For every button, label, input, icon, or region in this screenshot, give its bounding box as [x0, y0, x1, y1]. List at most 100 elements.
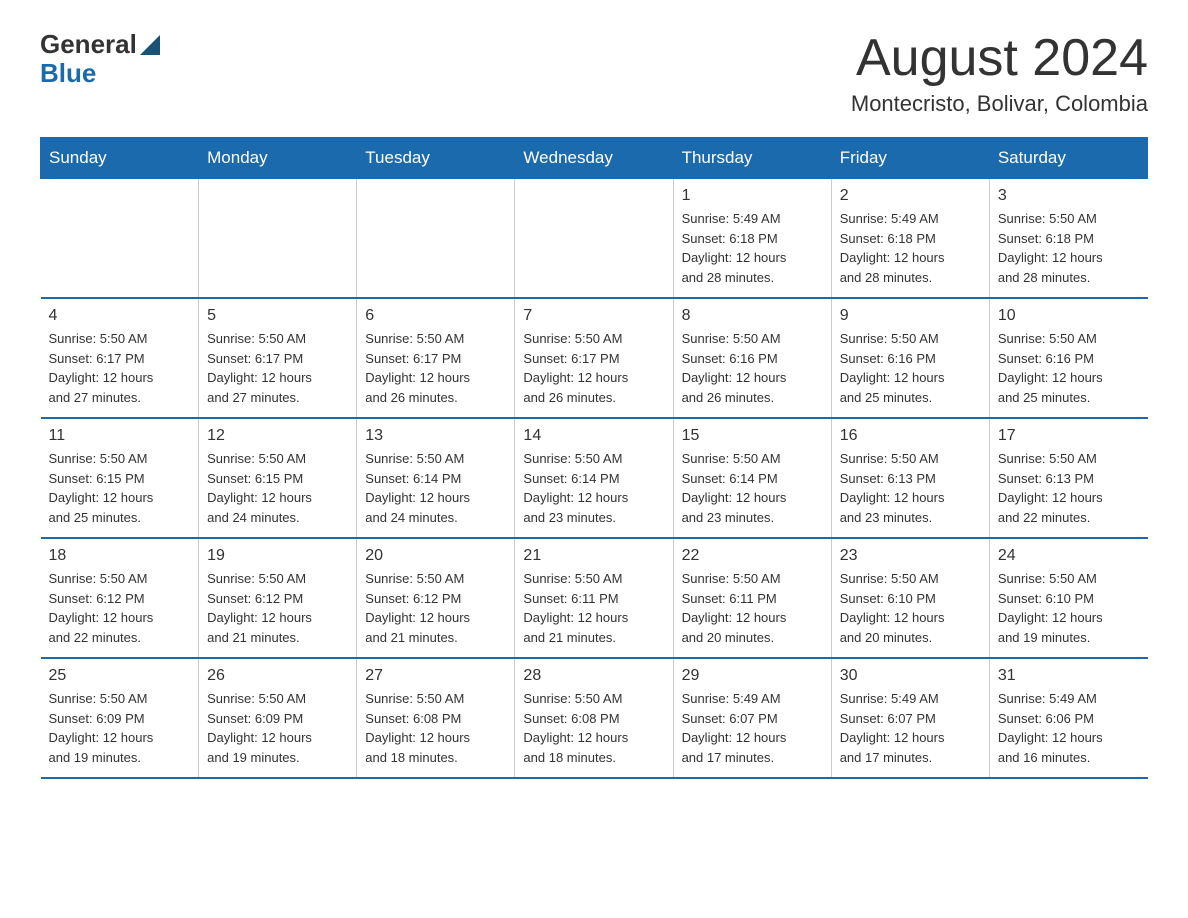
- logo-general-text: General: [40, 30, 137, 59]
- calendar-cell: 10 Sunrise: 5:50 AMSunset: 6:16 PMDayligh…: [989, 298, 1147, 418]
- day-number: 28: [523, 667, 664, 685]
- calendar-cell: 9Sunrise: 5:50 AMSunset: 6:16 PMDaylight…: [831, 298, 989, 418]
- calendar-cell: 23Sunrise: 5:50 AMSunset: 6:10 PMDayligh…: [831, 538, 989, 658]
- day-info: Sunrise: 5:50 AMSunset: 6:12 PMDaylight:…: [207, 569, 348, 647]
- logo-blue-text: Blue: [40, 59, 160, 88]
- calendar-cell: 29 Sunrise: 5:49 AMSunset: 6:07 PMDayligh…: [673, 658, 831, 778]
- calendar-cell: 16 Sunrise: 5:50 AMSunset: 6:13 PMDayligh…: [831, 418, 989, 538]
- calendar-cell: 17Sunrise: 5:50 AMSunset: 6:13 PMDayligh…: [989, 418, 1147, 538]
- day-info: Sunrise: 5:50 AMSunset: 6:09 PMDaylight:…: [49, 689, 191, 767]
- day-info: Sunrise: 5:50 AMSunset: 6:08 PMDaylight:…: [365, 689, 506, 767]
- day-number: 24: [998, 547, 1140, 565]
- day-info: Sunrise: 5:50 AMSunset: 6:18 PMDaylight:…: [998, 209, 1140, 287]
- day-number: 10: [998, 307, 1140, 325]
- day-number: 30: [840, 667, 981, 685]
- calendar-cell: 30 Sunrise: 5:49 AMSunset: 6:07 PMDayligh…: [831, 658, 989, 778]
- day-number: 29: [682, 667, 823, 685]
- calendar-cell: 6 Sunrise: 5:50 AMSunset: 6:17 PMDaylight…: [357, 298, 515, 418]
- day-info: Sunrise: 5:50 AMSunset: 6:16 PMDaylight:…: [682, 329, 823, 407]
- day-number: 27: [365, 667, 506, 685]
- calendar-cell: 24 Sunrise: 5:50 AMSunset: 6:10 PMDayligh…: [989, 538, 1147, 658]
- day-info: Sunrise: 5:50 AMSunset: 6:15 PMDaylight:…: [49, 449, 191, 527]
- calendar-cell: 15Sunrise: 5:50 AMSunset: 6:14 PMDayligh…: [673, 418, 831, 538]
- week-row-1: 1 Sunrise: 5:49 AMSunset: 6:18 PMDaylight…: [41, 179, 1148, 299]
- day-number: 9: [840, 307, 981, 325]
- page-header: General Blue August 2024 Montecristo, Bo…: [40, 30, 1148, 117]
- day-info: Sunrise: 5:50 AMSunset: 6:10 PMDaylight:…: [998, 569, 1140, 647]
- calendar-table: SundayMondayTuesdayWednesdayThursdayFrid…: [40, 137, 1148, 779]
- day-info: Sunrise: 5:50 AMSunset: 6:12 PMDaylight:…: [365, 569, 506, 647]
- day-number: 31: [998, 667, 1140, 685]
- calendar-cell: 8 Sunrise: 5:50 AMSunset: 6:16 PMDaylight…: [673, 298, 831, 418]
- calendar-cell: 31 Sunrise: 5:49 AMSunset: 6:06 PMDayligh…: [989, 658, 1147, 778]
- calendar-header-row: SundayMondayTuesdayWednesdayThursdayFrid…: [41, 138, 1148, 179]
- day-info: Sunrise: 5:50 AMSunset: 6:17 PMDaylight:…: [365, 329, 506, 407]
- day-number: 17: [998, 427, 1140, 445]
- day-info: Sunrise: 5:50 AMSunset: 6:12 PMDaylight:…: [49, 569, 191, 647]
- day-info: Sunrise: 5:50 AMSunset: 6:17 PMDaylight:…: [523, 329, 664, 407]
- day-number: 3: [998, 187, 1140, 205]
- day-number: 21: [523, 547, 664, 565]
- day-info: Sunrise: 5:50 AMSunset: 6:08 PMDaylight:…: [523, 689, 664, 767]
- header-wednesday: Wednesday: [515, 138, 673, 179]
- day-info: Sunrise: 5:49 AMSunset: 6:18 PMDaylight:…: [682, 209, 823, 287]
- day-number: 8: [682, 307, 823, 325]
- calendar-cell: 26 Sunrise: 5:50 AMSunset: 6:09 PMDayligh…: [199, 658, 357, 778]
- day-number: 16: [840, 427, 981, 445]
- day-info: Sunrise: 5:50 AMSunset: 6:10 PMDaylight:…: [840, 569, 981, 647]
- day-number: 1: [682, 187, 823, 205]
- day-info: Sunrise: 5:50 AMSunset: 6:11 PMDaylight:…: [523, 569, 664, 647]
- calendar-cell: 5 Sunrise: 5:50 AMSunset: 6:17 PMDaylight…: [199, 298, 357, 418]
- week-row-5: 25 Sunrise: 5:50 AMSunset: 6:09 PMDayligh…: [41, 658, 1148, 778]
- calendar-cell: 20 Sunrise: 5:50 AMSunset: 6:12 PMDayligh…: [357, 538, 515, 658]
- header-friday: Friday: [831, 138, 989, 179]
- week-row-2: 4Sunrise: 5:50 AMSunset: 6:17 PMDaylight…: [41, 298, 1148, 418]
- calendar-cell: 13Sunrise: 5:50 AMSunset: 6:14 PMDayligh…: [357, 418, 515, 538]
- day-info: Sunrise: 5:50 AMSunset: 6:14 PMDaylight:…: [523, 449, 664, 527]
- day-info: Sunrise: 5:49 AMSunset: 6:06 PMDaylight:…: [998, 689, 1140, 767]
- header-thursday: Thursday: [673, 138, 831, 179]
- day-info: Sunrise: 5:49 AMSunset: 6:18 PMDaylight:…: [840, 209, 981, 287]
- month-title: August 2024: [851, 30, 1148, 87]
- location-title: Montecristo, Bolivar, Colombia: [851, 91, 1148, 117]
- day-number: 20: [365, 547, 506, 565]
- calendar-cell: 12Sunrise: 5:50 AMSunset: 6:15 PMDayligh…: [199, 418, 357, 538]
- calendar-cell: 2Sunrise: 5:49 AMSunset: 6:18 PMDaylight…: [831, 179, 989, 299]
- calendar-cell: [199, 179, 357, 299]
- day-number: 11: [49, 427, 191, 445]
- week-row-4: 18 Sunrise: 5:50 AMSunset: 6:12 PMDayligh…: [41, 538, 1148, 658]
- logo: General Blue: [40, 30, 160, 87]
- calendar-cell: 22 Sunrise: 5:50 AMSunset: 6:11 PMDayligh…: [673, 538, 831, 658]
- day-number: 7: [523, 307, 664, 325]
- day-info: Sunrise: 5:50 AMSunset: 6:11 PMDaylight:…: [682, 569, 823, 647]
- header-saturday: Saturday: [989, 138, 1147, 179]
- week-row-3: 11 Sunrise: 5:50 AMSunset: 6:15 PMDayligh…: [41, 418, 1148, 538]
- calendar-cell: 18 Sunrise: 5:50 AMSunset: 6:12 PMDayligh…: [41, 538, 199, 658]
- day-number: 12: [207, 427, 348, 445]
- calendar-cell: 25 Sunrise: 5:50 AMSunset: 6:09 PMDayligh…: [41, 658, 199, 778]
- day-number: 22: [682, 547, 823, 565]
- calendar-cell: 7 Sunrise: 5:50 AMSunset: 6:17 PMDaylight…: [515, 298, 673, 418]
- day-info: Sunrise: 5:50 AMSunset: 6:13 PMDaylight:…: [840, 449, 981, 527]
- day-number: 19: [207, 547, 348, 565]
- calendar-cell: 4Sunrise: 5:50 AMSunset: 6:17 PMDaylight…: [41, 298, 199, 418]
- calendar-cell: 21 Sunrise: 5:50 AMSunset: 6:11 PMDayligh…: [515, 538, 673, 658]
- header-tuesday: Tuesday: [357, 138, 515, 179]
- day-info: Sunrise: 5:50 AMSunset: 6:09 PMDaylight:…: [207, 689, 348, 767]
- calendar-cell: 19 Sunrise: 5:50 AMSunset: 6:12 PMDayligh…: [199, 538, 357, 658]
- day-info: Sunrise: 5:49 AMSunset: 6:07 PMDaylight:…: [840, 689, 981, 767]
- day-number: 18: [49, 547, 191, 565]
- calendar-cell: 27 Sunrise: 5:50 AMSunset: 6:08 PMDayligh…: [357, 658, 515, 778]
- day-number: 25: [49, 667, 191, 685]
- day-number: 5: [207, 307, 348, 325]
- day-info: Sunrise: 5:50 AMSunset: 6:17 PMDaylight:…: [49, 329, 191, 407]
- day-number: 6: [365, 307, 506, 325]
- calendar-cell: [357, 179, 515, 299]
- day-info: Sunrise: 5:49 AMSunset: 6:07 PMDaylight:…: [682, 689, 823, 767]
- day-info: Sunrise: 5:50 AMSunset: 6:16 PMDaylight:…: [998, 329, 1140, 407]
- day-number: 26: [207, 667, 348, 685]
- day-info: Sunrise: 5:50 AMSunset: 6:17 PMDaylight:…: [207, 329, 348, 407]
- logo-triangle-icon: [140, 35, 160, 55]
- calendar-cell: [515, 179, 673, 299]
- calendar-cell: 14Sunrise: 5:50 AMSunset: 6:14 PMDayligh…: [515, 418, 673, 538]
